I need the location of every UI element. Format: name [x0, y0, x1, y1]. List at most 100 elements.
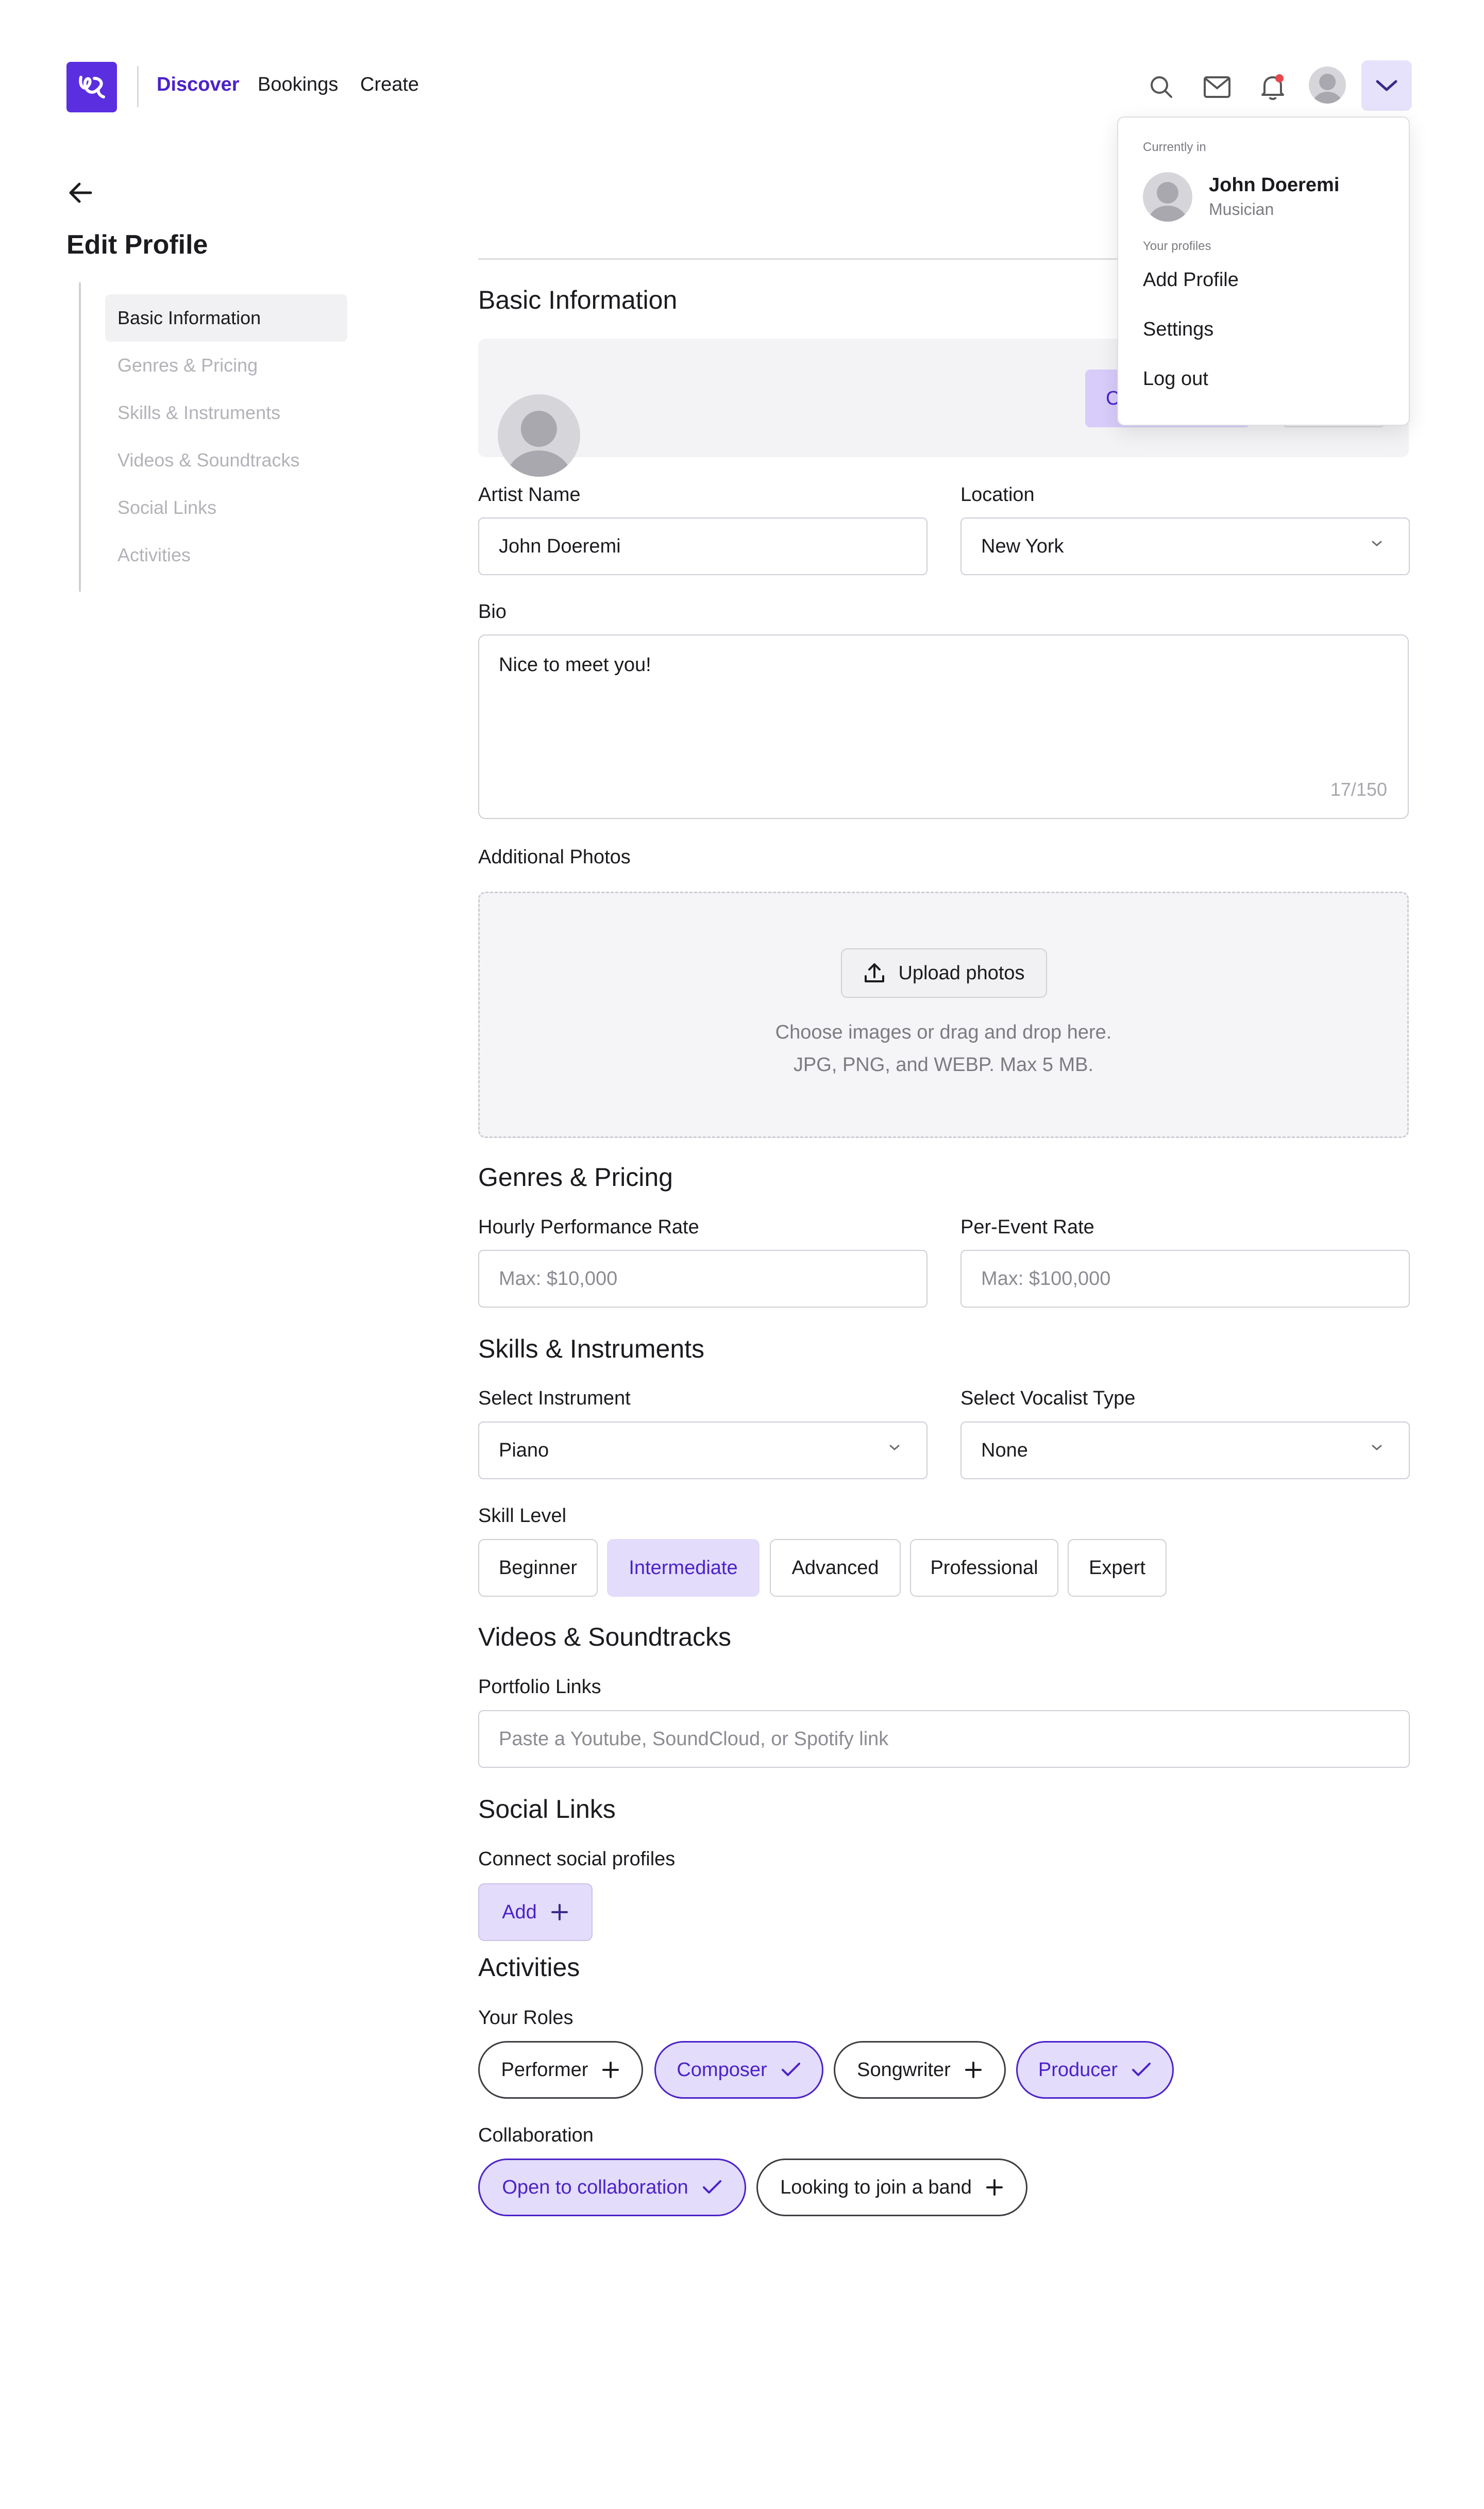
vocalist-type-select[interactable]: None [960, 1421, 1410, 1479]
location-value: New York [981, 535, 1064, 557]
bio-value: Nice to meet you! [499, 654, 651, 676]
menu-item-settings[interactable]: Settings [1143, 319, 1213, 341]
plus-icon [602, 2062, 619, 2078]
collab-chip-join-band[interactable]: Looking to join a band [756, 2159, 1027, 2216]
artist-name-field[interactable]: John Doeremi [478, 517, 927, 575]
location-select[interactable]: New York [960, 517, 1410, 575]
back-arrow-icon[interactable] [65, 177, 96, 208]
role-chip-songwriter[interactable]: Songwriter [834, 2041, 1006, 2099]
hourly-rate-label: Hourly Performance Rate [478, 1216, 699, 1238]
section-title-skills: Skills & Instruments [478, 1334, 705, 1363]
hourly-rate-placeholder: Max: $10,000 [499, 1267, 618, 1290]
role-chip-label: Composer [677, 2059, 767, 2081]
sidebar-item-genres-pricing[interactable]: Genres & Pricing [105, 342, 347, 389]
artist-name-value: John Doeremi [499, 535, 621, 557]
plus-icon [986, 2179, 1003, 2196]
logo-mark-icon [79, 76, 105, 98]
instrument-value: Piano [499, 1439, 549, 1461]
section-title-activities: Activities [478, 1953, 580, 1982]
content-divider [478, 258, 1117, 260]
role-chip-performer[interactable]: Performer [478, 2041, 643, 2099]
portfolio-link-input[interactable]: Paste a Youtube, SoundCloud, or Spotify … [478, 1710, 1410, 1768]
per-event-rate-label: Per-Event Rate [960, 1216, 1094, 1238]
upload-photos-button[interactable]: Upload photos [841, 948, 1047, 998]
instrument-select[interactable]: Piano [478, 1421, 927, 1479]
bio-label: Bio [478, 601, 507, 623]
role-chip-label: Performer [501, 2059, 588, 2081]
nav-divider [137, 66, 139, 107]
nav-create[interactable]: Create [360, 72, 419, 97]
add-social-button[interactable]: Add [478, 1883, 593, 1941]
skill-level-advanced[interactable]: Advanced [770, 1539, 901, 1597]
nav-discover[interactable]: Discover [157, 72, 240, 97]
portfolio-links-label: Portfolio Links [478, 1676, 601, 1698]
sidebar-rail [79, 282, 81, 592]
hourly-rate-input[interactable]: Max: $10,000 [478, 1250, 927, 1308]
skill-level-label: Skill Level [478, 1505, 567, 1527]
check-icon [1132, 2063, 1151, 2076]
skill-level-beginner[interactable]: Beginner [478, 1539, 598, 1597]
chevron-down-icon [1372, 541, 1382, 546]
menu-item-add-profile[interactable]: Add Profile [1143, 269, 1239, 291]
account-dropdown-menu: Currently in John Doeremi Musician Your … [1117, 116, 1410, 426]
collab-chip-open[interactable]: Open to collaboration [478, 2159, 746, 2216]
mail-icon[interactable] [1199, 69, 1236, 106]
vocalist-type-value: None [981, 1439, 1028, 1461]
role-chip-composer[interactable]: Composer [654, 2041, 823, 2099]
sidebar-item-activities[interactable]: Activities [105, 531, 347, 579]
menu-item-log-out[interactable]: Log out [1143, 368, 1208, 390]
photo-dropzone[interactable] [478, 892, 1409, 1138]
role-chip-label: Producer [1038, 2059, 1118, 2081]
upload-photos-label: Upload photos [898, 962, 1025, 984]
section-title-social: Social Links [478, 1795, 616, 1824]
search-icon[interactable] [1143, 69, 1180, 106]
bio-textarea[interactable]: Nice to meet you! 17/150 [478, 634, 1409, 819]
sidebar-item-skills-instruments[interactable]: Skills & Instruments [105, 389, 347, 437]
upload-icon [865, 963, 885, 982]
section-title-videos: Videos & Soundtracks [478, 1623, 732, 1651]
chevron-down-icon [889, 1445, 900, 1450]
skill-level-expert[interactable]: Expert [1068, 1539, 1167, 1597]
connect-social-label: Connect social profiles [478, 1848, 676, 1870]
portfolio-link-placeholder: Paste a Youtube, SoundCloud, or Spotify … [499, 1728, 889, 1750]
app-logo[interactable] [66, 62, 117, 112]
upload-hint: Choose images or drag and drop here. [775, 1022, 1112, 1043]
sidebar-item-basic-information[interactable]: Basic Information [105, 294, 347, 342]
profile-avatar[interactable] [498, 394, 580, 477]
plus-icon [965, 2062, 982, 2078]
nav-bookings[interactable]: Bookings [258, 72, 338, 97]
sidebar-item-social-links[interactable]: Social Links [105, 484, 347, 531]
collab-chip-label: Open to collaboration [502, 2176, 688, 2198]
additional-photos-label: Additional Photos [478, 846, 631, 868]
collab-chip-label: Looking to join a band [780, 2176, 972, 2198]
sidebar-item-videos-soundtracks[interactable]: Videos & Soundtracks [105, 437, 347, 484]
section-title-basic: Basic Information [478, 286, 678, 314]
upload-formats-hint: JPG, PNG, and WEBP. Max 5 MB. [793, 1054, 1094, 1076]
skill-level-professional[interactable]: Professional [910, 1539, 1058, 1597]
chevron-down-icon [1372, 1445, 1382, 1450]
per-event-rate-input[interactable]: Max: $100,000 [960, 1250, 1410, 1308]
bio-char-counter: 17/150 [1330, 779, 1387, 800]
chevron-down-icon [1376, 80, 1397, 91]
dropdown-user-name: John Doeremi [1209, 174, 1340, 196]
check-icon [781, 2063, 800, 2076]
bell-icon[interactable] [1254, 69, 1291, 106]
skill-level-intermediate[interactable]: Intermediate [607, 1539, 760, 1597]
avatar[interactable] [1309, 66, 1346, 104]
account-menu-button[interactable] [1361, 60, 1412, 111]
your-profiles-caption: Your profiles [1143, 239, 1211, 253]
per-event-rate-placeholder: Max: $100,000 [981, 1267, 1111, 1290]
location-label: Location [960, 484, 1035, 506]
currently-in-caption: Currently in [1143, 140, 1206, 154]
dropdown-user-role: Musician [1209, 200, 1274, 219]
collaboration-label: Collaboration [478, 2125, 594, 2146]
vocalist-type-label: Select Vocalist Type [960, 1387, 1136, 1409]
role-chip-label: Songwriter [857, 2059, 951, 2081]
section-title-genres: Genres & Pricing [478, 1163, 673, 1192]
page-title: Edit Profile [66, 230, 208, 260]
add-social-label: Add [502, 1901, 537, 1923]
plus-icon [551, 1904, 568, 1920]
check-icon [702, 2180, 721, 2194]
your-roles-label: Your Roles [478, 2007, 574, 2029]
role-chip-producer[interactable]: Producer [1016, 2041, 1174, 2099]
